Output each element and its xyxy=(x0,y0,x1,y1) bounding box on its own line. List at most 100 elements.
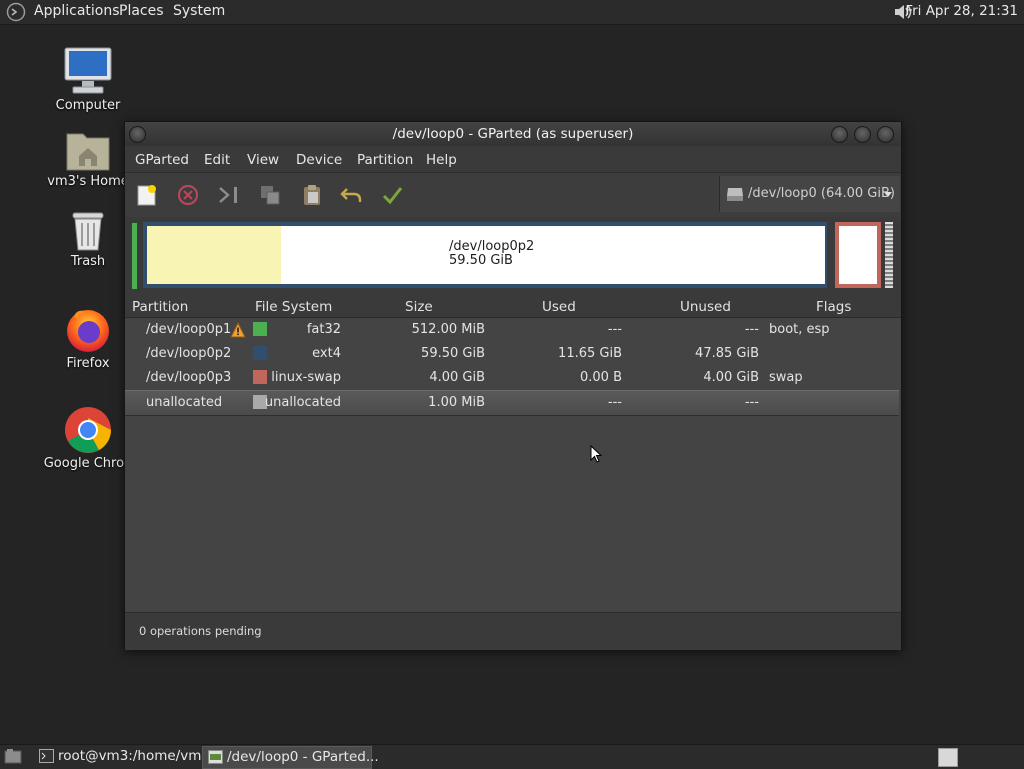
workspace-switcher[interactable] xyxy=(938,748,958,767)
cell-partition: /dev/loop0p2 xyxy=(146,346,232,361)
partition-table: /dev/loop0p1 fat32 512.00 MiB --- --- bo… xyxy=(125,318,901,612)
menu-help[interactable]: Help xyxy=(426,152,457,168)
apply-icon[interactable] xyxy=(380,183,404,207)
partition-block-loop0p2[interactable]: /dev/loop0p2 59.50 GiB xyxy=(143,222,827,288)
menu-edit[interactable]: Edit xyxy=(204,152,230,168)
cell-unused: 47.85 GiB xyxy=(695,346,759,361)
delete-icon[interactable] xyxy=(176,183,200,207)
taskbar-item-label: root@vm3:/home/vm3 xyxy=(58,748,210,764)
desktop-icon-label: Firefox xyxy=(66,356,110,371)
close-button[interactable] xyxy=(877,126,894,143)
partition-block-loop0p3[interactable] xyxy=(835,222,881,288)
table-row-selected[interactable]: unallocated unallocated 1.00 MiB --- --- xyxy=(125,390,899,416)
cell-partition: unallocated xyxy=(146,395,223,410)
cell-used: 0.00 B xyxy=(580,370,622,385)
desktop-icon-chrome[interactable]: Google Chron xyxy=(40,406,136,471)
cell-unused: 4.00 GiB xyxy=(703,370,759,385)
taskbar-item-label: /dev/loop0 - GParted... xyxy=(227,749,379,765)
column-header-filesystem[interactable]: File System xyxy=(255,299,332,315)
desktop-icon-label: Google Chron xyxy=(43,456,133,471)
window-title: /dev/loop0 - GParted (as superuser) xyxy=(392,126,634,142)
terminal-icon xyxy=(39,749,54,763)
undo-icon[interactable] xyxy=(339,183,363,207)
mint-menu-icon[interactable] xyxy=(6,2,26,22)
disk-graph: /dev/loop0p2 59.50 GiB xyxy=(127,220,899,292)
desktop-icon-firefox[interactable]: Firefox xyxy=(40,306,136,371)
minimize-button[interactable] xyxy=(831,126,848,143)
bottom-panel: root@vm3:/home/vm3 /dev/loop0 - GParted.… xyxy=(0,744,1024,769)
cell-filesystem: unallocated xyxy=(264,395,341,410)
paste-icon[interactable] xyxy=(300,183,324,207)
warning-icon xyxy=(230,321,246,338)
chrome-icon xyxy=(64,406,112,454)
copy-icon[interactable] xyxy=(258,183,282,207)
title-bar[interactable]: /dev/loop0 - GParted (as superuser) xyxy=(125,122,901,146)
table-row[interactable]: /dev/loop0p2 ext4 59.50 GiB 11.65 GiB 47… xyxy=(125,342,899,366)
device-selector[interactable]: /dev/loop0 (64.00 GiB) xyxy=(719,176,900,212)
filesystem-color-swatch xyxy=(253,370,267,384)
clock[interactable]: Fri Apr 28, 21:31 xyxy=(905,3,1018,19)
cell-unused: --- xyxy=(744,395,759,410)
toolbar: /dev/loop0 (64.00 GiB) xyxy=(125,172,901,217)
top-panel: Applications Places System Fri Apr 28, 2… xyxy=(0,0,1024,25)
maximize-button[interactable] xyxy=(854,126,871,143)
firefox-icon xyxy=(64,306,112,354)
operations-pending-label: 0 operations pending xyxy=(139,624,262,638)
gparted-icon xyxy=(208,750,223,764)
cell-size: 512.00 MiB xyxy=(411,322,485,337)
show-desktop-icon[interactable] xyxy=(4,748,22,764)
desktop-icon-home[interactable]: vm3's Home xyxy=(40,128,136,189)
partition-block-loop0p1[interactable] xyxy=(131,222,138,290)
menu-device[interactable]: Device xyxy=(296,152,342,168)
menu-view[interactable]: View xyxy=(247,152,279,168)
trash-icon xyxy=(69,210,107,252)
drive-icon xyxy=(726,186,744,202)
device-selector-label: /dev/loop0 (64.00 GiB) xyxy=(748,186,895,201)
desktop-icon-trash[interactable]: Trash xyxy=(40,210,136,269)
desktop-icon-computer[interactable]: Computer xyxy=(40,46,136,113)
column-header-partition[interactable]: Partition xyxy=(132,299,188,315)
home-folder-icon xyxy=(65,128,111,172)
cell-filesystem: linux-swap xyxy=(271,370,341,385)
cell-size: 1.00 MiB xyxy=(428,395,485,410)
resize-move-icon[interactable] xyxy=(217,183,241,207)
used-space-bar xyxy=(147,226,281,284)
cell-filesystem: ext4 xyxy=(312,346,341,361)
filesystem-color-swatch xyxy=(253,346,267,360)
desktop-icon-label: Computer xyxy=(55,98,121,113)
partition-block-unallocated[interactable] xyxy=(885,222,893,288)
taskbar-item-terminal[interactable]: root@vm3:/home/vm3 xyxy=(34,746,210,767)
status-bar: 0 operations pending xyxy=(125,612,901,650)
cell-unused: --- xyxy=(744,322,759,337)
column-header-flags[interactable]: Flags xyxy=(816,299,851,315)
column-header-used[interactable]: Used xyxy=(542,299,576,315)
computer-icon xyxy=(63,46,113,96)
gparted-window: /dev/loop0 - GParted (as superuser) GPar… xyxy=(124,121,902,650)
chevron-down-icon xyxy=(884,192,892,197)
mouse-pointer-icon xyxy=(590,444,603,463)
cell-flags: boot, esp xyxy=(769,322,830,337)
cell-used: 11.65 GiB xyxy=(558,346,622,361)
table-row[interactable]: /dev/loop0p3 linux-swap 4.00 GiB 0.00 B … xyxy=(125,366,899,390)
desktop-icon-label: vm3's Home xyxy=(47,174,129,189)
places-menu[interactable]: Places xyxy=(119,3,164,19)
desktop-icon-label: Trash xyxy=(70,254,106,269)
cell-partition: /dev/loop0p1 xyxy=(146,322,232,337)
menu-partition[interactable]: Partition xyxy=(357,152,413,168)
menu-gparted[interactable]: GParted xyxy=(135,152,189,168)
column-header-size[interactable]: Size xyxy=(405,299,433,315)
column-header-unused[interactable]: Unused xyxy=(680,299,731,315)
cell-used: --- xyxy=(607,322,622,337)
new-icon[interactable] xyxy=(135,183,159,207)
applications-menu[interactable]: Applications xyxy=(34,3,120,19)
partition-block-size: 59.50 GiB xyxy=(449,253,513,268)
table-row[interactable]: /dev/loop0p1 fat32 512.00 MiB --- --- bo… xyxy=(125,318,899,342)
cell-size: 59.50 GiB xyxy=(421,346,485,361)
cell-partition: /dev/loop0p3 xyxy=(146,370,232,385)
system-menu[interactable]: System xyxy=(173,3,225,19)
taskbar-item-gparted[interactable]: /dev/loop0 - GParted... xyxy=(202,746,379,769)
cell-filesystem: fat32 xyxy=(306,322,341,337)
partition-block-name: /dev/loop0p2 xyxy=(449,239,535,254)
cell-flags: swap xyxy=(769,370,803,385)
menu-bar: GParted Edit View Device Partition Help xyxy=(125,146,901,172)
